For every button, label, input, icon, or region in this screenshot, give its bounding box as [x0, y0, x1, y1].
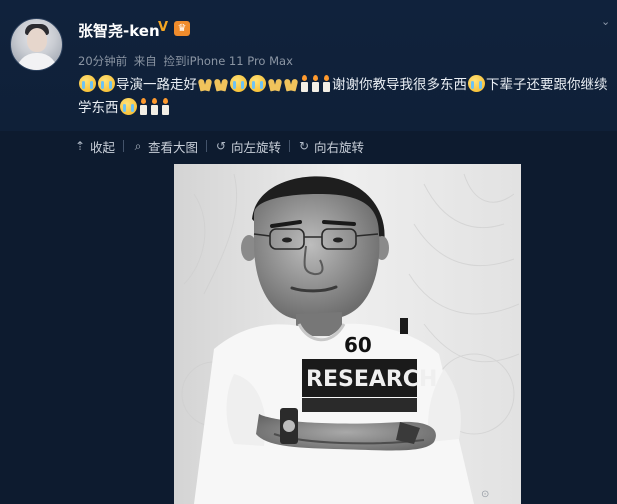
rotate-left-label: 向左旋转 [231, 139, 282, 155]
shirt-print-lower [302, 398, 417, 412]
post-time[interactable]: 20分钟前 [78, 54, 127, 68]
photo-svg: 60 RESEARCH [174, 164, 521, 504]
post-source-device[interactable]: 捡到iPhone 11 Pro Max [163, 54, 292, 68]
candle-icon [161, 98, 170, 115]
username[interactable]: 张智尧-ken [78, 20, 160, 41]
right-eyebrow [322, 220, 356, 226]
image-toolbar: ⇡ 收起 ⌕ 查看大图 ↺ 向左旋转 ↻ 向右旋转 [74, 137, 364, 155]
post-source-prefix: 来自 [133, 54, 157, 68]
rotate-right-icon: ↻ [299, 139, 310, 153]
crying-emoji-icon [79, 75, 96, 92]
avatar-shoulders [16, 53, 58, 70]
rotate-left-button[interactable]: ↺ 向左旋转 [215, 137, 281, 156]
view-large-image-button[interactable]: ⌕ 查看大图 [132, 137, 198, 156]
post-text-segment-1: 导演一路走好 [116, 77, 197, 93]
crying-emoji-icon [98, 75, 115, 92]
candle-icon [300, 75, 309, 92]
collapse-label: 收起 [90, 139, 116, 155]
rotate-right-label: 向右旋转 [314, 139, 365, 155]
toolbar-divider [206, 140, 208, 152]
candle-icon [150, 98, 159, 115]
shirt-text: RESEARCH [306, 367, 437, 392]
praying-hands-icon [268, 76, 282, 92]
post-meta: 20分钟前 来自 捡到iPhone 11 Pro Max [78, 53, 296, 69]
right-eye [333, 237, 343, 243]
verified-badge: V [158, 20, 169, 35]
praying-hands-icon [214, 76, 228, 92]
rotate-right-button[interactable]: ↻ 向右旋转 [298, 137, 364, 156]
magnifier-icon: ⌕ [134, 138, 142, 153]
post-header: 张智尧-ken V ♛ ⌄ 20分钟前 来自 捡到iPhone 11 Pro M… [0, 0, 617, 131]
photo-watermark: ⊙ [481, 489, 490, 500]
candle-icon [139, 98, 148, 115]
shirt-number: 60 [344, 333, 372, 357]
praying-hands-icon [198, 76, 212, 92]
left-eye [282, 237, 292, 243]
toolbar-divider [123, 140, 125, 152]
avatar[interactable] [10, 18, 63, 71]
collapse-button[interactable]: ⇡ 收起 [74, 137, 115, 156]
crying-emoji-icon [119, 98, 137, 115]
post-text-segment-2: 谢谢你教导我很多东西 [332, 77, 467, 93]
praying-hands-icon [284, 76, 298, 92]
arrow-up-icon: ⇡ [74, 139, 86, 153]
toolbar-divider [289, 140, 291, 152]
candle-icon [322, 75, 331, 92]
vip-crown-icon: ♛ [174, 21, 190, 36]
crying-emoji-icon [468, 75, 485, 92]
post-photo[interactable]: 60 RESEARCH [174, 164, 521, 504]
view-large-label: 查看大图 [148, 139, 199, 155]
crying-emoji-icon [230, 75, 247, 92]
watch-face [283, 420, 295, 432]
crying-emoji-icon [249, 75, 266, 92]
candle-icon [311, 75, 320, 92]
shirt-print-mark [400, 318, 408, 334]
chevron-down-icon[interactable]: ⌄ [601, 16, 611, 27]
rotate-left-icon: ↺ [216, 139, 227, 153]
post-text: 导演一路走好 谢谢你教导我很多东西 下辈子还要跟你继续学东西 [78, 74, 608, 120]
face [254, 194, 380, 322]
avatar-face [27, 28, 47, 52]
